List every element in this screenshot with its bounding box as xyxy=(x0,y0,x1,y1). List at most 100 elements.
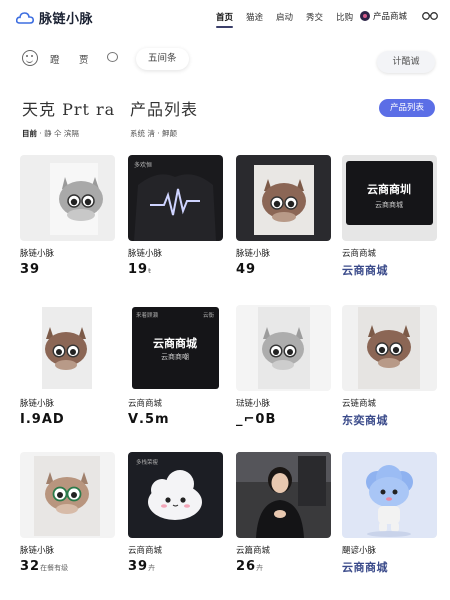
product-price: 39卉 xyxy=(128,559,223,574)
product-image: 多欢恒 xyxy=(128,155,223,241)
cloud-mascot-icon: 多栈荣瘦 xyxy=(128,452,223,538)
product-card[interactable]: 颶谚小脉 云商商城 xyxy=(342,452,437,575)
section-sub-left: 目前 · 静 仐 滨隔 xyxy=(22,128,79,139)
black-phone-icon: 来着顾瀬 云衡 云商商城 云商商嘲 xyxy=(128,305,223,391)
product-image xyxy=(20,155,115,241)
product-image xyxy=(20,305,115,391)
ghost-button[interactable]: 计酷诚 xyxy=(377,51,435,73)
price-value: I.9AD xyxy=(20,412,65,427)
product-price: 26卉 xyxy=(236,559,331,574)
product-image: 云商商圳 云商商城 xyxy=(342,155,437,241)
chat-icon[interactable] xyxy=(107,52,118,62)
section-title-left: 天克 Prt ra xyxy=(22,100,116,119)
nav-item-home[interactable]: 首页 xyxy=(216,11,234,28)
price-suffix: 卉 xyxy=(256,564,264,572)
brown-cat-mascot-icon xyxy=(236,155,331,241)
product-name: 云篇商城 xyxy=(236,546,271,556)
product-card[interactable]: 多欢恒 脉链小脉 19ŧ xyxy=(128,155,223,277)
price-value: Ⅴ.5m xyxy=(128,412,170,427)
product-price: _⌐0B xyxy=(236,412,331,427)
product-card[interactable]: 云篇商城 26卉 xyxy=(236,452,331,574)
phone-top-left: 来着顾瀬 xyxy=(136,311,159,319)
product-price: 云商商城 xyxy=(342,262,437,278)
price-value: 26 xyxy=(236,559,257,574)
phone-title: 云商商城 xyxy=(153,336,197,350)
product-image xyxy=(20,452,115,538)
product-card[interactable]: 多栈荣瘦 云商商城 39卉 xyxy=(128,452,223,574)
product-price: 32在餐有级 xyxy=(20,559,115,574)
product-name: 琺链小脉 xyxy=(236,399,271,409)
price-suffix: 在餐有级 xyxy=(40,564,69,572)
nav-item-3[interactable]: 启动 xyxy=(276,11,293,23)
tee-label: 多欢恒 xyxy=(134,161,152,169)
product-name: 云链商城 xyxy=(342,399,377,409)
product-card[interactable]: 脉链小脉 32在餐有级 xyxy=(20,452,115,574)
product-image: 多栈荣瘦 xyxy=(128,452,223,538)
toolbar-label-1[interactable]: 蹬 xyxy=(50,52,60,66)
sub-left-rest: · 静 仐 滨隔 xyxy=(39,129,79,138)
product-name: 脉链小脉 xyxy=(236,249,271,259)
sub-left-bold: 目前 xyxy=(22,129,37,138)
product-card[interactable]: 脉链小脉 49 xyxy=(236,155,331,277)
brown-cat-poster-icon xyxy=(20,305,115,391)
product-price: 东奕商城 xyxy=(342,412,437,428)
glasses-icon[interactable] xyxy=(422,11,438,21)
black-card-icon: 云商商圳 云商商城 xyxy=(342,155,437,241)
cat-glasses-icon xyxy=(20,452,115,538)
price-value: 东奕商城 xyxy=(342,414,388,427)
cloud-label: 多栈荣瘦 xyxy=(136,458,159,466)
product-name: 脉链小脉 xyxy=(20,546,55,556)
product-name: 脉链小脉 xyxy=(20,249,55,259)
price-value: 云商商城 xyxy=(342,264,388,277)
phone-sub: 云商商嘲 xyxy=(161,352,189,361)
nav-item-4[interactable]: 秀交 xyxy=(306,11,323,23)
product-image xyxy=(236,155,331,241)
main-nav: 首页 猫途 启动 秀交 比购 xyxy=(216,11,366,28)
card-sub: 云商商城 xyxy=(375,200,403,209)
product-price: 49 xyxy=(236,262,331,277)
product-card[interactable]: 脉链小脉 39 xyxy=(20,155,115,277)
product-card[interactable]: 琺链小脉 _⌐0B xyxy=(236,305,331,427)
product-image xyxy=(236,305,331,391)
card-title: 云商商圳 xyxy=(367,182,411,196)
toolbar-label-2[interactable]: 贾 xyxy=(79,52,89,66)
mall-label: 产品商城 xyxy=(373,12,408,22)
days-pill[interactable]: 五间条 xyxy=(136,48,189,70)
cloud-logo-icon xyxy=(16,11,34,24)
price-value: 39 xyxy=(128,559,149,574)
gray-cat-mascot-icon xyxy=(20,155,115,241)
brand-logo[interactable]: 脉链小脉 xyxy=(16,8,93,27)
price-value: 39 xyxy=(20,262,41,277)
brand-name: 脉链小脉 xyxy=(39,12,94,27)
product-name: 脉链小脉 xyxy=(128,249,163,259)
nav-item-2[interactable]: 猫途 xyxy=(246,11,263,23)
nav-item-5[interactable]: 比购 xyxy=(336,11,353,23)
price-value: 19 xyxy=(128,262,149,277)
product-name: 脉链小脉 xyxy=(20,399,55,409)
product-image xyxy=(342,305,437,391)
product-price: I.9AD xyxy=(20,412,115,427)
product-price: 39 xyxy=(20,262,115,277)
product-card[interactable]: 云链商城 东奕商城 xyxy=(342,305,437,428)
section-title-products: 产品列表 xyxy=(130,100,199,119)
product-image xyxy=(342,452,437,538)
price-value: 49 xyxy=(236,262,257,277)
product-card[interactable]: 来着顾瀬 云衡 云商商城 云商商嘲 云商商城 Ⅴ.5m xyxy=(128,305,223,427)
pulse-tshirt-icon: 多欢恒 xyxy=(128,155,223,241)
product-image: 来着顾瀬 云衡 云商商城 云商商嘲 xyxy=(128,305,223,391)
product-name: 云商商城 xyxy=(128,399,163,409)
product-card[interactable]: 脉链小脉 I.9AD xyxy=(20,305,115,427)
product-list-button[interactable]: 产品列表 xyxy=(379,99,435,117)
face-icon[interactable] xyxy=(22,50,38,66)
product-price: Ⅴ.5m xyxy=(128,412,223,427)
price-value: 32 xyxy=(20,559,41,574)
product-price: 云商商城 xyxy=(342,559,437,575)
product-card[interactable]: 云商商圳 云商商城 云商商城 云商商城 xyxy=(342,155,437,278)
product-price: 19ŧ xyxy=(128,262,223,277)
mall-link[interactable]: 产品商城 xyxy=(360,10,407,22)
phone-top-right: 云衡 xyxy=(203,311,215,319)
filter-toolbar: 蹬 贾 五间条 计酷诚 xyxy=(0,44,450,74)
product-image xyxy=(236,452,331,538)
top-nav-bar: 脉链小脉 首页 猫途 启动 秀交 比购 产品商城 xyxy=(0,0,450,36)
blue-mascot-icon xyxy=(342,452,437,538)
